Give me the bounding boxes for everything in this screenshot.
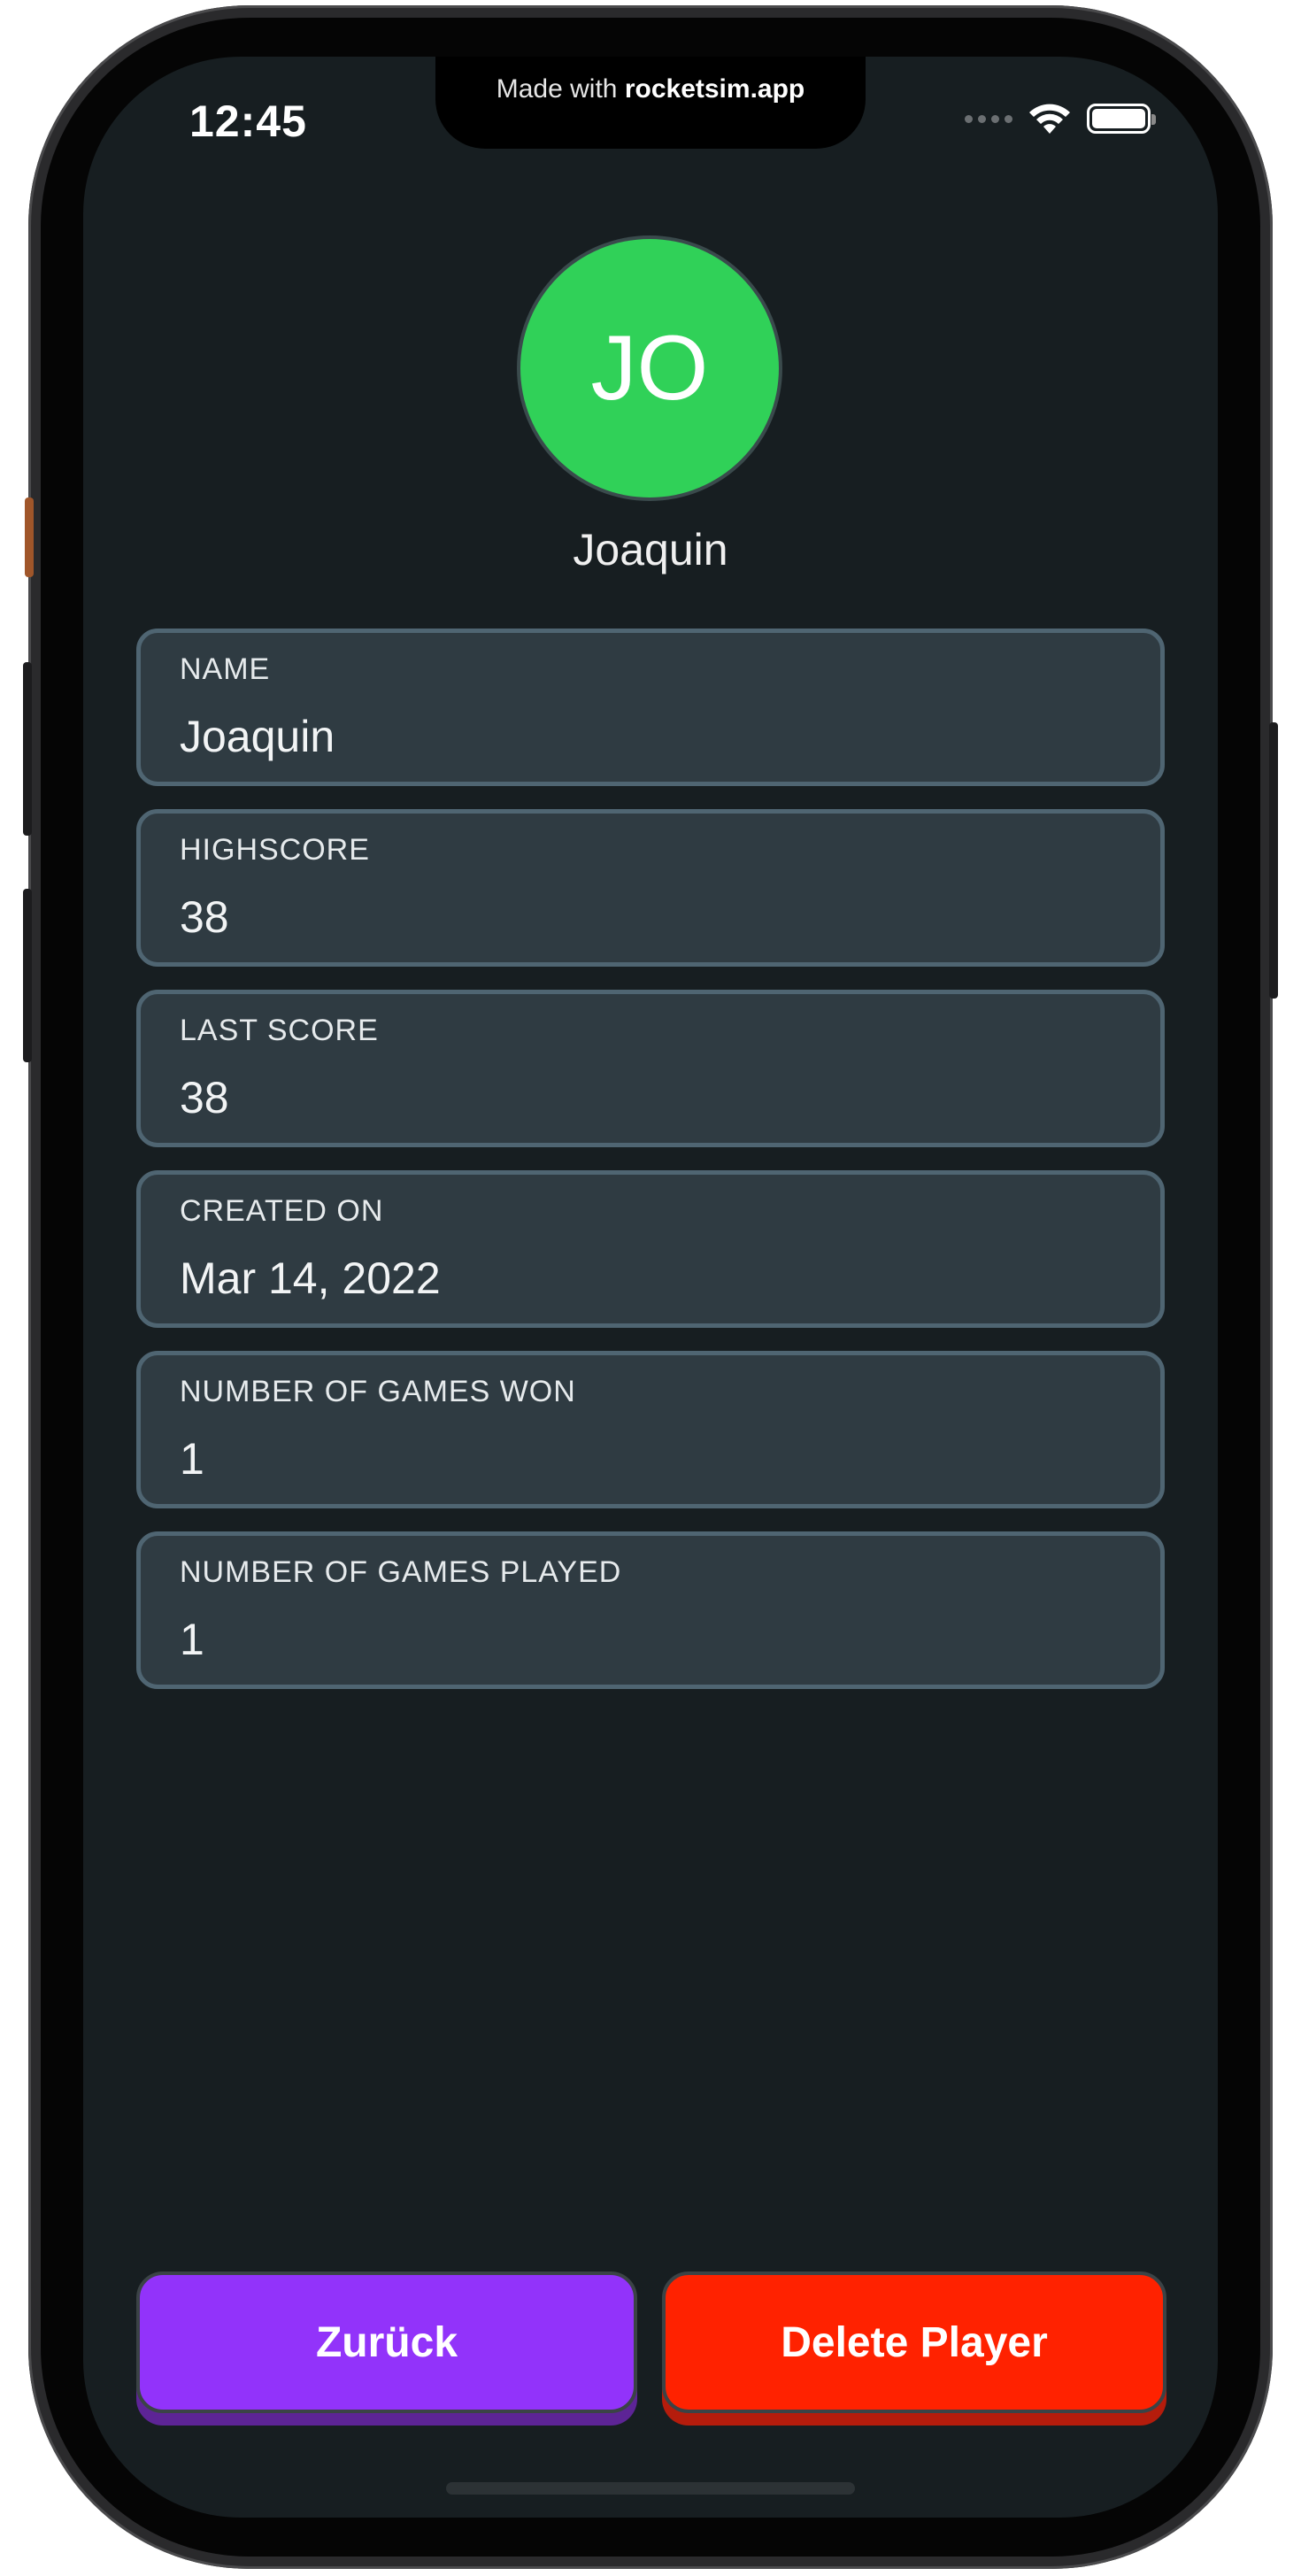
avatar-initials: JO	[590, 316, 709, 420]
field-value: 38	[180, 1073, 229, 1122]
battery-icon	[1087, 104, 1156, 134]
status-time: 12:45	[189, 96, 307, 146]
field-label: CREATED ON	[180, 1194, 384, 1228]
field-value: 1	[180, 1615, 204, 1664]
field-label: NUMBER OF GAMES PLAYED	[180, 1555, 622, 1589]
created-on-field[interactable]: CREATED ON Mar 14, 2022	[136, 1170, 1165, 1328]
volume-up-button	[23, 662, 32, 836]
name-field[interactable]: NAME Joaquin	[136, 629, 1165, 786]
field-label: HIGHSCORE	[180, 833, 370, 867]
notch-prefix: Made with	[496, 74, 618, 104]
highscore-field[interactable]: HIGHSCORE 38	[136, 809, 1165, 967]
avatar: JO	[520, 239, 779, 497]
games-won-field[interactable]: NUMBER OF GAMES WON 1	[136, 1351, 1165, 1508]
field-label: NUMBER OF GAMES WON	[180, 1375, 576, 1408]
status-icons	[965, 101, 1156, 136]
wifi-icon	[1029, 104, 1070, 134]
player-name-heading: Joaquin	[573, 525, 728, 575]
field-value: 38	[180, 892, 229, 942]
power-button	[1269, 722, 1278, 999]
notch-caption: Made with rocketsim.app	[435, 74, 866, 104]
volume-down-button	[23, 889, 32, 1062]
field-value: 1	[180, 1434, 204, 1484]
field-label: LAST SCORE	[180, 1014, 379, 1047]
notch-brand: rocketsim.app	[624, 74, 805, 104]
delete-player-button[interactable]: Delete Player	[662, 2271, 1166, 2413]
field-value: Joaquin	[180, 712, 335, 761]
back-button-label: Zurück	[315, 2318, 458, 2366]
field-value: Mar 14, 2022	[180, 1253, 441, 1303]
signal-dots-icon	[965, 114, 1012, 123]
field-label: NAME	[180, 652, 271, 686]
notch: Made with rocketsim.app	[435, 57, 866, 149]
player-details: NAME Joaquin HIGHSCORE 38 LAST SCORE 38 …	[136, 629, 1165, 1712]
mute-switch	[25, 497, 34, 577]
back-button[interactable]: Zurück	[136, 2271, 637, 2413]
delete-player-label: Delete Player	[781, 2318, 1048, 2366]
home-indicator[interactable]	[446, 2482, 855, 2495]
app-screen: 12:45 Made with rocketsim.app JO Joaquin…	[83, 57, 1218, 2518]
last-score-field[interactable]: LAST SCORE 38	[136, 990, 1165, 1147]
games-played-field[interactable]: NUMBER OF GAMES PLAYED 1	[136, 1531, 1165, 1689]
